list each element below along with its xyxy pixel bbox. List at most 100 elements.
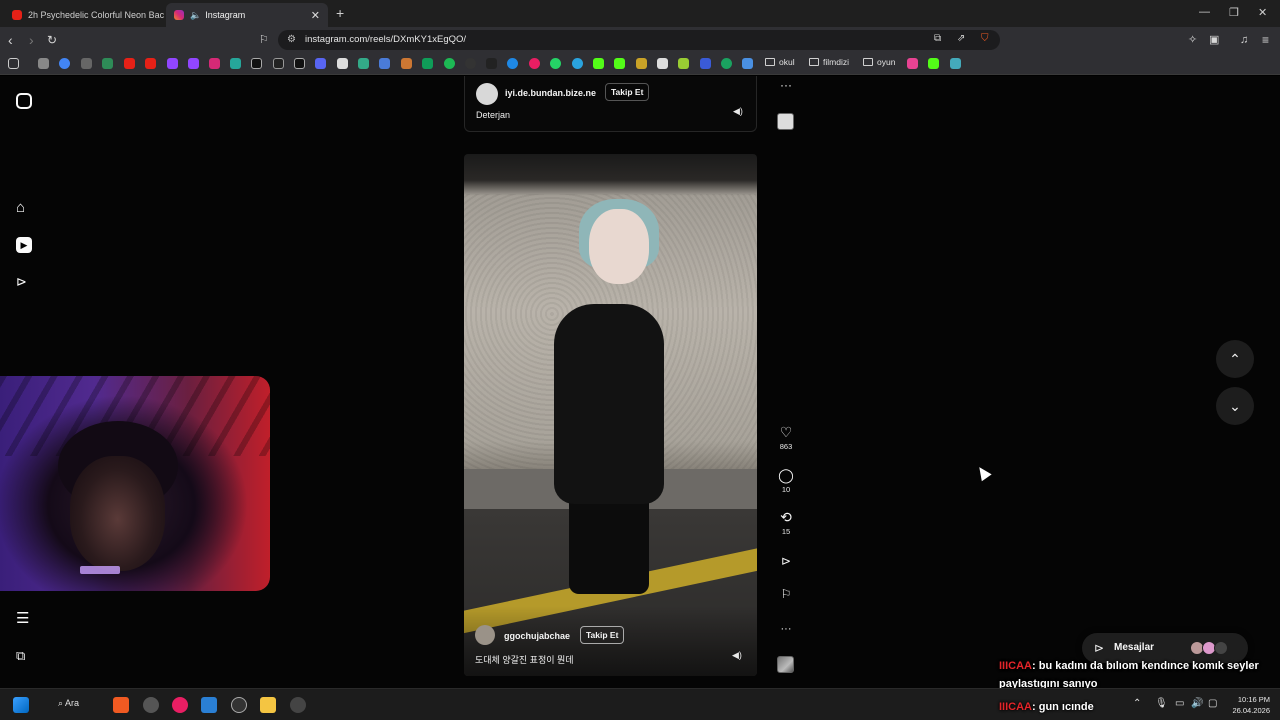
bookmark-folder-okul[interactable]: okul [765, 57, 795, 67]
more-options-icon[interactable]: ··· [772, 78, 800, 92]
home-icon[interactable]: ⌂ [16, 200, 25, 216]
app-icon[interactable] [231, 697, 247, 713]
bookmark-folder-oyun[interactable]: oyun [863, 57, 895, 67]
brave-icon[interactable] [113, 697, 129, 713]
twitch-icon[interactable] [188, 58, 199, 69]
tab-youtube[interactable]: 2h Psychedelic Colorful Neon Backgr [4, 3, 164, 27]
avatar[interactable] [476, 83, 498, 105]
share-button[interactable]: ⊳ [772, 553, 800, 569]
audio-thumbnail[interactable] [777, 656, 794, 673]
back-button[interactable]: ‹ [8, 31, 13, 49]
x-icon[interactable] [251, 58, 262, 69]
new-tab-button[interactable]: + [336, 5, 344, 21]
reel-video[interactable]: ggochujabchae Takip Et 도대체 양갈진 표정이 뭔데 ◀) [464, 154, 757, 676]
kick-icon[interactable] [928, 58, 939, 69]
notification-icon[interactable]: ▢ [1208, 698, 1217, 709]
restore-button[interactable]: ❐ [1229, 6, 1239, 19]
sidebar-toggle-icon[interactable]: ▣ [1209, 31, 1219, 49]
system-clock[interactable]: 10:16 PM 26.04.2026 [1226, 694, 1270, 716]
bookmark-site-icon[interactable] [81, 58, 92, 69]
bookmark-site-icon[interactable] [337, 58, 348, 69]
instagram-icon[interactable] [209, 58, 220, 69]
save-button[interactable]: ⚐ [772, 586, 800, 602]
volume-icon[interactable]: 🔊 [1191, 698, 1203, 709]
reload-button[interactable]: ↻ [47, 31, 57, 49]
close-window-button[interactable]: ✕ [1258, 6, 1267, 19]
tray-chevron-icon[interactable]: ⌃ [1133, 698, 1141, 709]
close-tab-icon[interactable]: ✕ [311, 9, 320, 22]
open-external-icon[interactable]: ⧉ [934, 33, 941, 44]
media-icon[interactable]: ♫ [1240, 31, 1248, 49]
avatar[interactable] [475, 625, 495, 645]
bookmark-site-icon[interactable] [529, 58, 540, 69]
obs-icon[interactable] [290, 697, 306, 713]
bookmark-site-icon[interactable] [636, 58, 647, 69]
messages-button[interactable]: ⊳ Mesajlar [1082, 633, 1248, 663]
apps-grid-icon[interactable] [8, 58, 19, 69]
tiktok-icon[interactable] [294, 58, 305, 69]
bookmark-site-icon[interactable] [700, 58, 711, 69]
brave-shield-icon[interactable]: ⛉ [981, 33, 989, 44]
photos-icon[interactable] [201, 697, 217, 713]
taskbar-search[interactable]: ⌕ Ara [58, 698, 79, 709]
reels-icon[interactable]: ▶ [16, 237, 32, 253]
instagram-logo-icon[interactable] [16, 93, 32, 109]
network-icon[interactable]: ▭ [1175, 698, 1184, 709]
bookmark-icon[interactable]: ⚐ [259, 31, 269, 49]
telegram-icon[interactable] [572, 58, 583, 69]
like-button[interactable]: ♡ 863 [772, 424, 800, 451]
extensions-icon[interactable]: ✧ [1188, 31, 1197, 49]
minimize-button[interactable]: — [1199, 6, 1210, 18]
tab-instagram[interactable]: 🔈 Instagram ✕ [166, 3, 328, 27]
bookmark-site-icon[interactable] [950, 58, 961, 69]
bookmark-site-icon[interactable] [358, 58, 369, 69]
bookmark-site-icon[interactable] [102, 58, 113, 69]
menu-icon[interactable]: ☰ [16, 611, 29, 627]
forward-button[interactable]: › [29, 31, 34, 49]
send-icon[interactable]: ⊳ [16, 274, 27, 290]
file-explorer-icon[interactable] [260, 697, 276, 713]
bookmark-site-icon[interactable] [742, 58, 753, 69]
google-drive-icon[interactable] [422, 58, 433, 69]
url-field[interactable]: ⚙ instagram.com/reels/DXmKY1xEgQO/ ⧉ ⇗ ⛉ [278, 30, 1000, 50]
site-info-icon[interactable]: ⚙ [287, 34, 296, 45]
previous-reel-button[interactable]: ⌃ [1216, 340, 1254, 378]
bookmark-site-icon[interactable] [678, 58, 689, 69]
bookmark-site-icon[interactable] [379, 58, 390, 69]
more-options-button[interactable]: ··· [772, 621, 800, 637]
repost-button[interactable]: ⟲ 15 [772, 509, 800, 536]
bookmark-site-icon[interactable] [465, 58, 476, 69]
youtube-icon[interactable] [145, 58, 156, 69]
app-icon[interactable] [143, 697, 159, 713]
browser-menu-icon[interactable]: ≡ [1262, 31, 1269, 49]
share-icon[interactable]: ⇗ [957, 33, 965, 44]
bookmark-site-icon[interactable] [657, 58, 668, 69]
bookmark-site-icon[interactable] [230, 58, 241, 69]
windows-start-icon[interactable] [13, 697, 29, 713]
spotify-icon[interactable] [444, 58, 455, 69]
bookmark-site-icon[interactable] [507, 58, 518, 69]
bookmark-folder-filmdizi[interactable]: filmdizi [809, 57, 849, 67]
kick-icon[interactable] [593, 58, 604, 69]
whatsapp-icon[interactable] [550, 58, 561, 69]
kick-icon[interactable] [614, 58, 625, 69]
mute-icon[interactable]: ◀) [733, 106, 743, 117]
bookmark-site-icon[interactable] [486, 58, 497, 69]
reel-username[interactable]: ggochujabchae [504, 631, 570, 641]
bookmark-site-icon[interactable] [721, 58, 732, 69]
media-player-icon[interactable] [172, 697, 188, 713]
history-icon[interactable] [38, 58, 49, 69]
follow-button[interactable]: Takip Et [605, 83, 650, 101]
mute-icon[interactable]: ◀) [732, 650, 742, 661]
next-reel-button[interactable]: ⌄ [1216, 387, 1254, 425]
follow-button[interactable]: Takip Et [580, 626, 625, 644]
audio-thumbnail[interactable] [777, 113, 794, 130]
twitch-icon[interactable] [167, 58, 178, 69]
microphone-icon[interactable]: 🎙 [1155, 698, 1168, 709]
bookmark-site-icon[interactable] [273, 58, 284, 69]
discord-icon[interactable] [315, 58, 326, 69]
google-icon[interactable] [59, 58, 70, 69]
speaker-icon[interactable]: 🔈 [190, 10, 201, 21]
bookmark-site-icon[interactable] [401, 58, 412, 69]
comment-button[interactable]: ◯ 10 [772, 467, 800, 494]
